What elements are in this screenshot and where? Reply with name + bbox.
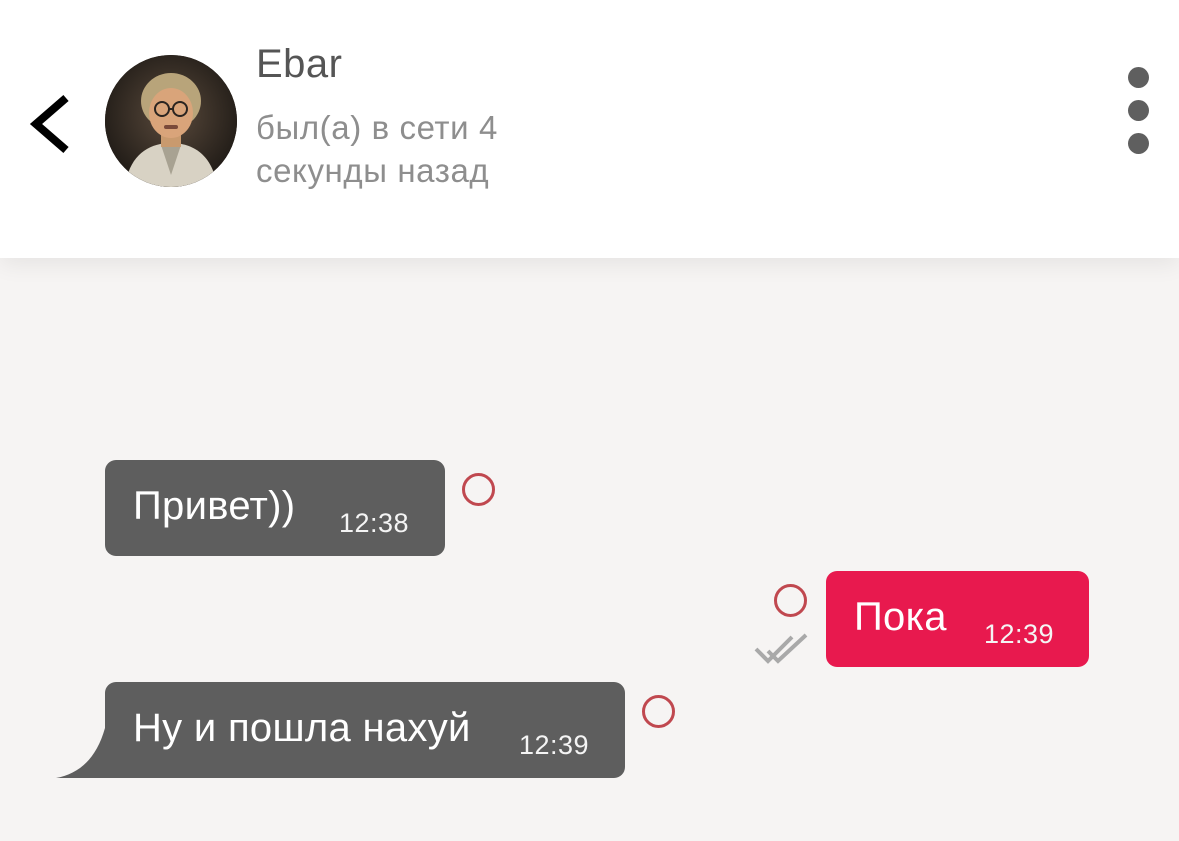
last-seen-line-2: секунды назад	[256, 152, 490, 189]
message-text: Ну и пошла нахуй	[133, 706, 471, 750]
last-seen-status: был(а) в сети 4 секунды назад	[256, 106, 556, 192]
message-time: 12:39	[519, 730, 590, 760]
vertical-dots-icon-dot	[1128, 133, 1149, 154]
chat-header: Ebar был(а) в сети 4 секунды назад	[0, 0, 1179, 258]
message-time: 12:39	[984, 619, 1055, 649]
message-list[interactable]: Привет)) 12:38 Пока 12:39 Ну и пошла нах…	[0, 258, 1179, 841]
back-button[interactable]	[22, 88, 82, 160]
avatar[interactable]	[105, 55, 237, 187]
chevron-left-icon	[29, 94, 69, 154]
last-seen-line-1: был(а) в сети 4	[256, 109, 498, 146]
double-check-icon	[754, 633, 808, 664]
message-bubble-incoming[interactable]: Ну и пошла нахуй 12:39	[105, 682, 625, 778]
select-message-circle-icon[interactable]	[462, 473, 495, 506]
message-bubble-outgoing[interactable]: Пока 12:39	[826, 571, 1089, 667]
message-bubble-incoming[interactable]: Привет)) 12:38	[105, 460, 445, 556]
vertical-dots-icon-dot	[1128, 100, 1149, 121]
message-text: Пока	[854, 595, 947, 639]
select-message-circle-icon[interactable]	[642, 695, 675, 728]
more-options-button[interactable]	[1118, 62, 1158, 162]
message-time: 12:38	[339, 508, 410, 538]
vertical-dots-icon	[1128, 67, 1149, 88]
contact-name[interactable]: Ebar	[256, 42, 343, 87]
select-message-circle-icon[interactable]	[774, 584, 807, 617]
avatar-photo	[105, 55, 237, 187]
message-text: Привет))	[133, 484, 296, 528]
